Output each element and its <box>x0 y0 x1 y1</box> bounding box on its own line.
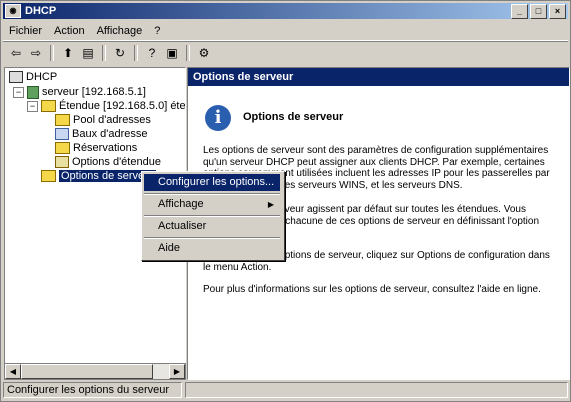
tree-label: Pool d'adresses <box>73 114 151 126</box>
show-hide-tree-icon[interactable]: ▤ <box>79 44 97 62</box>
tree-node-pool[interactable]: Pool d'adresses <box>55 113 151 127</box>
title-bar[interactable]: ◉ DHCP _ □ × <box>3 3 568 19</box>
tree-node-server-options[interactable]: Options de serveur <box>41 169 156 183</box>
refresh-icon[interactable]: ↻ <box>111 44 129 62</box>
mmc-window: ◉ DHCP _ □ × Fichier Action Affichage ? … <box>0 0 571 402</box>
status-text: Configurer les options du serveur <box>3 381 183 398</box>
menu-item-help[interactable]: Aide <box>144 240 280 257</box>
up-folder-icon[interactable]: ⬆ <box>59 44 77 62</box>
description-paragraph: Pour plus d'informations sur les options… <box>203 284 541 295</box>
server-icon[interactable]: ⚙ <box>195 44 213 62</box>
dhcp-icon <box>9 71 23 83</box>
leases-icon <box>55 128 69 140</box>
status-panel <box>185 381 568 398</box>
toolbar-separator <box>186 45 190 61</box>
tree-node-scope-options[interactable]: Options d'étendue <box>55 155 161 169</box>
tree-label: Étendue [192.168.5.0] éter <box>59 100 186 112</box>
folder-icon <box>41 100 56 112</box>
info-icon: i <box>205 105 231 131</box>
tree-label: DHCP <box>26 71 58 83</box>
menu-help[interactable]: ? <box>148 25 166 37</box>
tree-node-leases[interactable]: Baux d'adresse <box>55 127 147 141</box>
back-arrow-icon[interactable]: ⇦ <box>7 44 25 62</box>
tree-node-scope[interactable]: − Étendue [192.168.5.0] éter <box>27 99 186 113</box>
menu-action[interactable]: Action <box>48 25 91 37</box>
status-bar: Configurer les options du serveur <box>3 381 568 398</box>
dhcp-icon: ◉ <box>5 4 21 18</box>
window-title: DHCP <box>25 5 57 17</box>
tree-node-dhcp[interactable]: DHCP <box>9 70 57 84</box>
menu-item-label: Affichage <box>158 198 204 210</box>
details-heading: Options de serveur <box>243 111 344 123</box>
tree-node-reservations[interactable]: Réservations <box>55 141 137 155</box>
menu-item-view[interactable]: Affichage ▶ <box>144 196 280 213</box>
collapse-icon[interactable]: − <box>27 100 38 112</box>
tree-label: Baux d'adresse <box>72 128 148 140</box>
minimize-button[interactable]: _ <box>511 4 528 19</box>
menu-item-refresh[interactable]: Actualiser <box>144 218 280 235</box>
menu-separator <box>144 215 280 217</box>
options-icon <box>55 156 69 168</box>
server-icon <box>27 85 39 99</box>
folder-icon <box>55 142 70 154</box>
menu-item-configure-options[interactable]: Configurer les options... <box>144 174 280 191</box>
horizontal-scrollbar[interactable]: ◀ ▶ <box>4 363 186 380</box>
menu-separator <box>144 237 280 239</box>
menu-bar: Fichier Action Affichage ? <box>3 21 568 41</box>
tree-label: Options d'étendue <box>72 156 161 168</box>
tree-label: serveur [192.168.5.1] <box>42 86 146 98</box>
toolbar-separator <box>50 45 54 61</box>
menu-file[interactable]: Fichier <box>3 25 48 37</box>
menu-view[interactable]: Affichage <box>91 25 149 37</box>
tree-node-server[interactable]: − serveur [192.168.5.1] <box>13 85 146 99</box>
menu-separator <box>144 193 280 195</box>
scroll-right-icon[interactable]: ▶ <box>169 364 185 379</box>
folder-icon <box>41 170 56 182</box>
scroll-left-icon[interactable]: ◀ <box>5 364 21 379</box>
toolbar-separator <box>134 45 138 61</box>
forward-arrow-icon[interactable]: ⇨ <box>27 44 45 62</box>
tree-label: Réservations <box>73 142 138 154</box>
submenu-arrow-icon: ▶ <box>267 200 274 209</box>
collapse-icon[interactable]: − <box>13 86 24 98</box>
details-header: Options de serveur <box>188 68 569 86</box>
folder-icon <box>55 114 70 126</box>
toolbar-separator <box>102 45 106 61</box>
toolbar: ⇦ ⇨ ⬆ ▤ ↻ ? ▣ ⚙ <box>3 41 568 64</box>
scroll-thumb[interactable] <box>21 364 153 379</box>
help-icon[interactable]: ? <box>143 44 161 62</box>
close-button[interactable]: × <box>549 4 566 19</box>
maximize-button[interactable]: □ <box>530 4 547 19</box>
properties-icon[interactable]: ▣ <box>163 44 181 62</box>
context-menu: Configurer les options... Affichage ▶ Ac… <box>141 171 285 261</box>
